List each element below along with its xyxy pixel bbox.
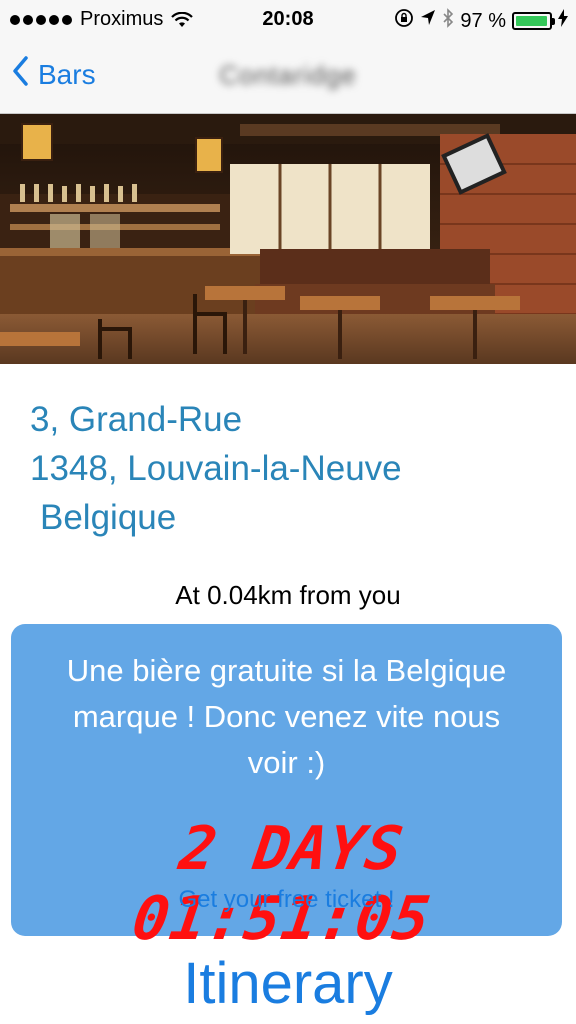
page-title: Contaridge (219, 60, 357, 90)
bar-photo (0, 114, 576, 364)
bluetooth-icon (442, 8, 454, 34)
status-bar: Proximus 20:08 97 % (0, 0, 576, 40)
address-block: 3, Grand-Rue 1348, Louvain-la-Neuve Belg… (30, 395, 402, 542)
itinerary-button[interactable]: Itinerary (0, 950, 576, 1017)
charging-bolt-icon (558, 9, 568, 33)
address-city: 1348, Louvain-la-Neuve (30, 449, 402, 488)
free-ticket-link[interactable]: Get your free ticket ! (11, 886, 562, 914)
battery-percent: 97 % (460, 9, 506, 32)
promo-message: Une bière gratuite si la Belgique marque… (66, 653, 507, 780)
distance-label: At 0.04km from you (175, 580, 401, 610)
address-country: Belgique (40, 498, 177, 537)
promo-card: Une bière gratuite si la Belgique marque… (11, 624, 562, 954)
battery-level (516, 16, 548, 26)
orientation-lock-icon (394, 8, 414, 34)
countdown-timer: 2 DAYS 01:51:05 (128, 814, 435, 954)
address-street: 3, Grand-Rue (30, 400, 243, 439)
navigation-bar: Bars Contaridge (0, 40, 576, 114)
status-right: 97 % (394, 8, 568, 34)
location-arrow-icon (420, 9, 436, 33)
battery-icon (512, 12, 555, 30)
